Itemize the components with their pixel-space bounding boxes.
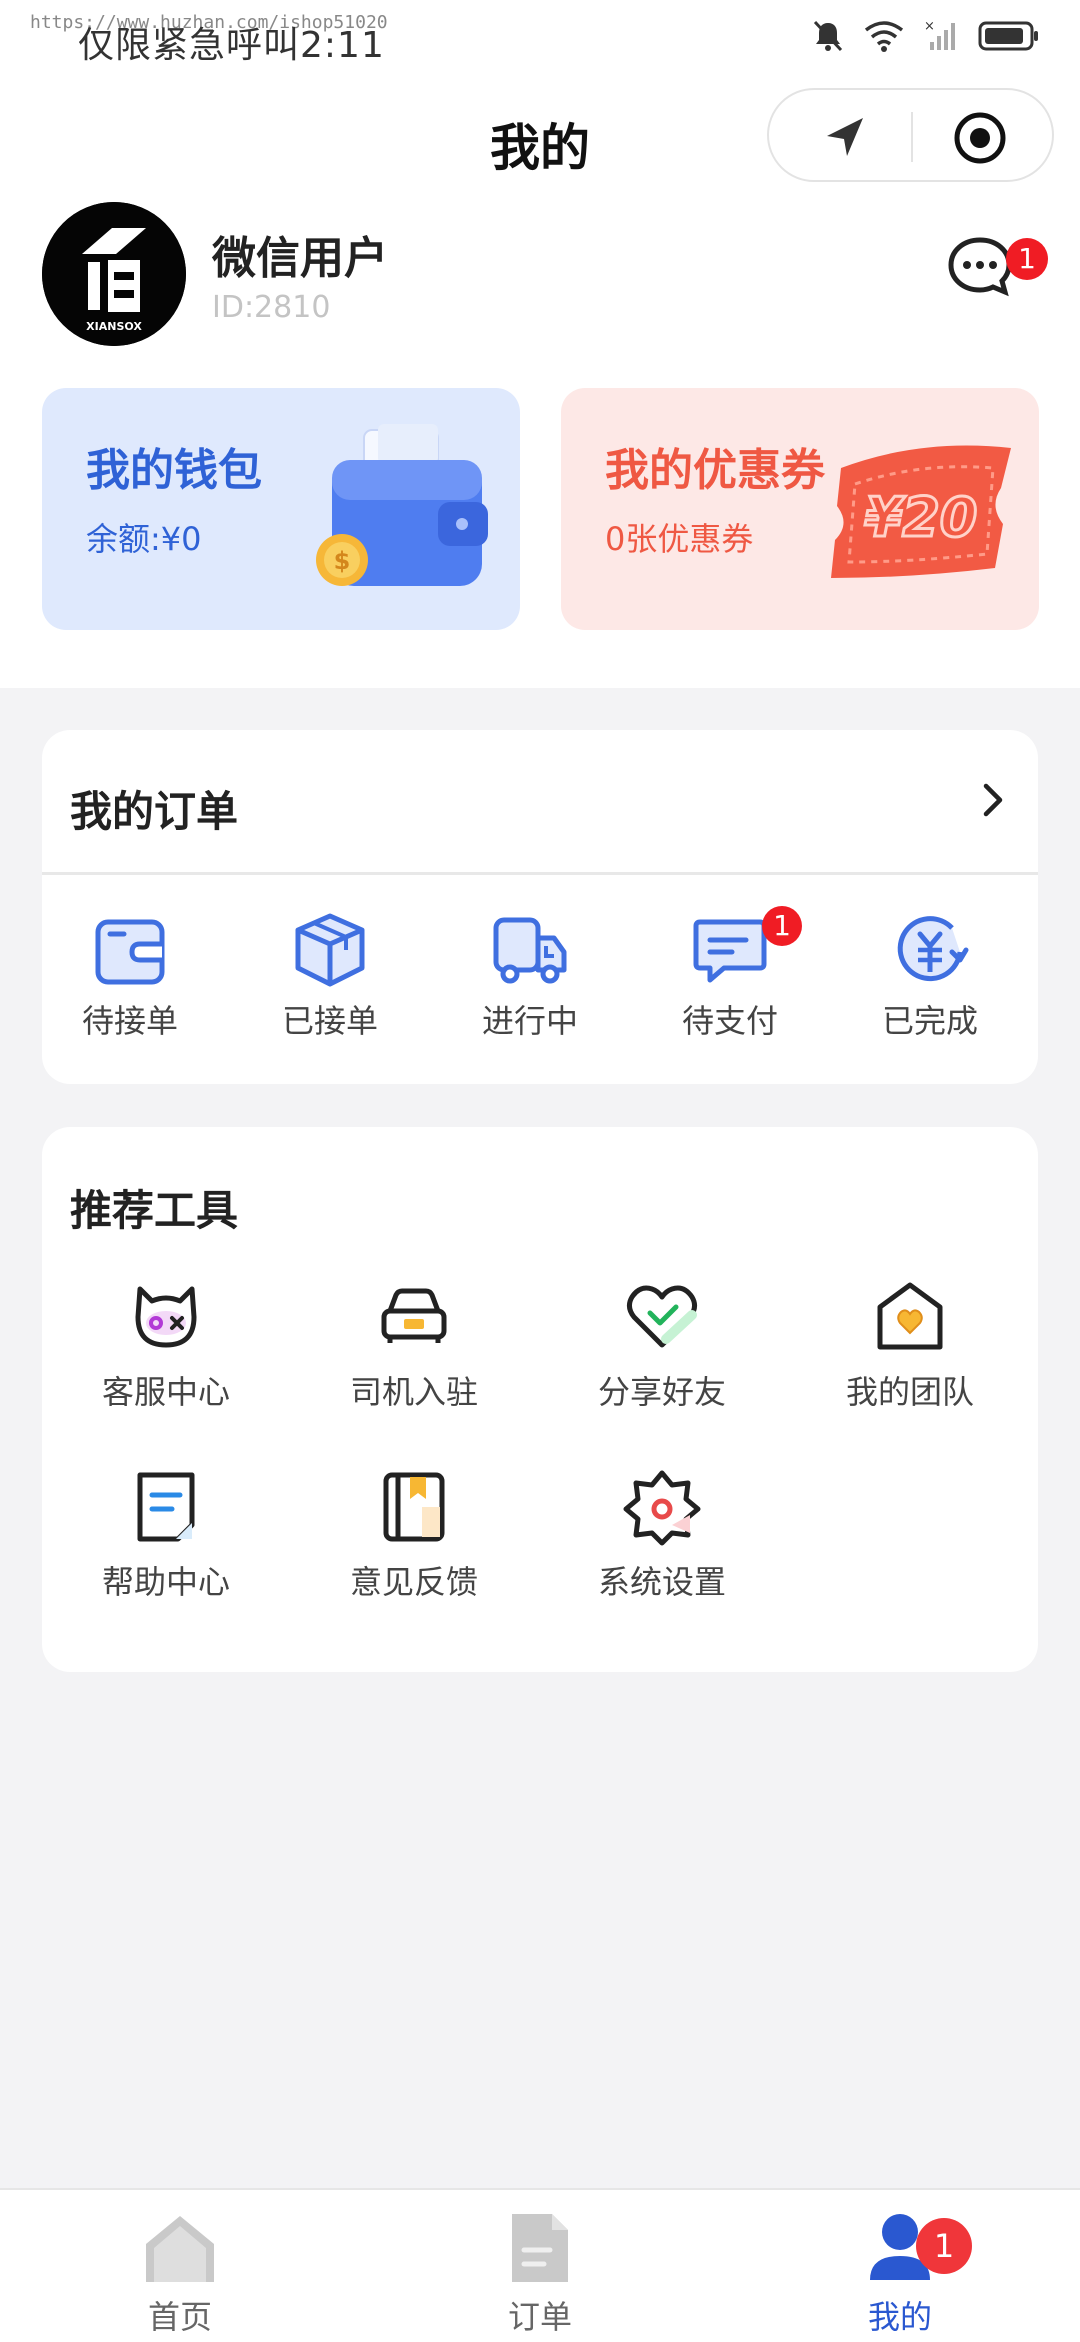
- wallet-title: 我的钱包: [86, 445, 262, 496]
- status-icons: ×: [810, 18, 1040, 54]
- help-doc-icon: [137, 1472, 195, 1542]
- tool-share-friends[interactable]: 分享好友: [562, 1277, 762, 1413]
- orders-divider: [42, 872, 1038, 875]
- tool-label: 司机入驻: [349, 1373, 478, 1411]
- tool-system-settings[interactable]: 系统设置: [562, 1467, 762, 1603]
- tool-my-team[interactable]: 我的团队: [810, 1277, 1010, 1413]
- truck-icon: [493, 917, 567, 984]
- wallet-icon: [95, 919, 165, 985]
- tool-label: 帮助中心: [101, 1563, 230, 1601]
- order-label: 待接单: [81, 1002, 178, 1040]
- carrier-time: 仅限紧急呼叫2:11: [78, 25, 385, 66]
- order-item-completed[interactable]: 已完成: [850, 910, 1010, 1042]
- svg-text:$: $: [334, 547, 351, 575]
- yuan-icon: [897, 916, 969, 982]
- orders-panel: 我的订单 待接单 已接单 进行中 1 待支付 已完成: [42, 730, 1038, 1084]
- tab-label: 订单: [507, 2298, 572, 2336]
- avatar-brand-text: XIANSOX: [86, 320, 142, 333]
- mine-badge: 1: [916, 2218, 972, 2274]
- coupon-count: 0张优惠券: [605, 520, 754, 558]
- tool-label: 我的团队: [845, 1373, 974, 1411]
- capsule-divider: [911, 112, 913, 162]
- tool-label: 意见反馈: [349, 1563, 478, 1601]
- box-icon: [295, 913, 365, 987]
- avatar-logo: XIANSOX: [42, 202, 186, 346]
- pending-payment-badge: 1: [762, 906, 802, 946]
- car-icon: [381, 1288, 447, 1343]
- tab-label: 我的: [867, 2298, 932, 2336]
- coupon-ticket-icon: ¥20: [831, 445, 1011, 578]
- tool-customer-service[interactable]: 客服中心: [66, 1277, 266, 1413]
- order-item-pending-accept[interactable]: 待接单: [50, 910, 210, 1042]
- tab-home[interactable]: 首页: [80, 2210, 280, 2338]
- order-doc-icon: [512, 2214, 568, 2282]
- tools-title: 推荐工具: [70, 1186, 239, 1235]
- tool-label: 系统设置: [597, 1563, 726, 1601]
- wifi-icon: [864, 21, 904, 52]
- close-target-icon[interactable]: [952, 110, 1008, 166]
- tool-feedback[interactable]: 意见反馈: [314, 1467, 514, 1603]
- wallet-card[interactable]: 我的钱包 余额:¥0 $: [42, 388, 520, 630]
- mini-program-capsule: [767, 88, 1054, 182]
- status-bar: https://www.huzhan.com/ishop51020 仅限紧急呼叫…: [0, 0, 1080, 75]
- order-label: 已接单: [281, 1002, 378, 1040]
- svg-text:×: ×: [924, 19, 935, 34]
- tool-driver-join[interactable]: 司机入驻: [314, 1277, 514, 1413]
- tool-label: 客服中心: [101, 1373, 230, 1411]
- signal-icon: ×: [924, 19, 955, 50]
- tab-mine[interactable]: 1 我的: [800, 2210, 1000, 2338]
- orders-title[interactable]: 我的订单: [70, 778, 238, 839]
- team-house-icon: [877, 1282, 943, 1350]
- wallet-illustration-icon: $: [316, 424, 488, 586]
- tool-help-center[interactable]: 帮助中心: [66, 1467, 266, 1603]
- order-label: 已完成: [881, 1002, 978, 1040]
- message-badge: 1: [1006, 238, 1048, 280]
- avatar[interactable]: XIANSOX: [42, 202, 186, 346]
- message-icon[interactable]: [945, 232, 1015, 302]
- tab-label: 首页: [147, 2298, 212, 2336]
- tools-panel: 推荐工具 客服中心 司机入驻 分享好友 我的团队 帮助中心 意见反馈 系统设置: [42, 1127, 1038, 1672]
- heart-check-icon: [626, 1285, 698, 1348]
- settings-gear-icon: [623, 1470, 701, 1546]
- tool-label: 分享好友: [597, 1373, 726, 1411]
- order-item-accepted[interactable]: 已接单: [250, 910, 410, 1042]
- home-icon: [146, 2216, 214, 2282]
- user-id: ID:2810: [212, 290, 331, 325]
- order-label: 待支付: [681, 1002, 778, 1040]
- bell-muted-icon: [813, 20, 843, 52]
- wallet-balance: 余额:¥0: [86, 520, 202, 558]
- order-label: 进行中: [481, 1002, 578, 1040]
- feedback-book-icon: [383, 1472, 445, 1542]
- tab-bar: 首页 订单 1 我的: [0, 2188, 1080, 2342]
- coupon-card[interactable]: 我的优惠券 0张优惠券 ¥20: [561, 388, 1039, 630]
- tab-orders[interactable]: 订单: [440, 2210, 640, 2338]
- message-icon: [693, 919, 767, 983]
- order-item-in-progress[interactable]: 进行中: [450, 910, 610, 1042]
- coupon-ticket-text: ¥20: [865, 486, 978, 549]
- coupon-title: 我的优惠券: [605, 445, 825, 496]
- chevron-right-icon[interactable]: [978, 780, 1008, 820]
- user-name: 微信用户: [212, 233, 388, 284]
- customer-service-icon: [135, 1286, 197, 1348]
- location-arrow-icon[interactable]: [817, 110, 873, 166]
- order-item-pending-payment[interactable]: 1 待支付: [650, 906, 810, 1042]
- battery-icon: [978, 21, 1038, 51]
